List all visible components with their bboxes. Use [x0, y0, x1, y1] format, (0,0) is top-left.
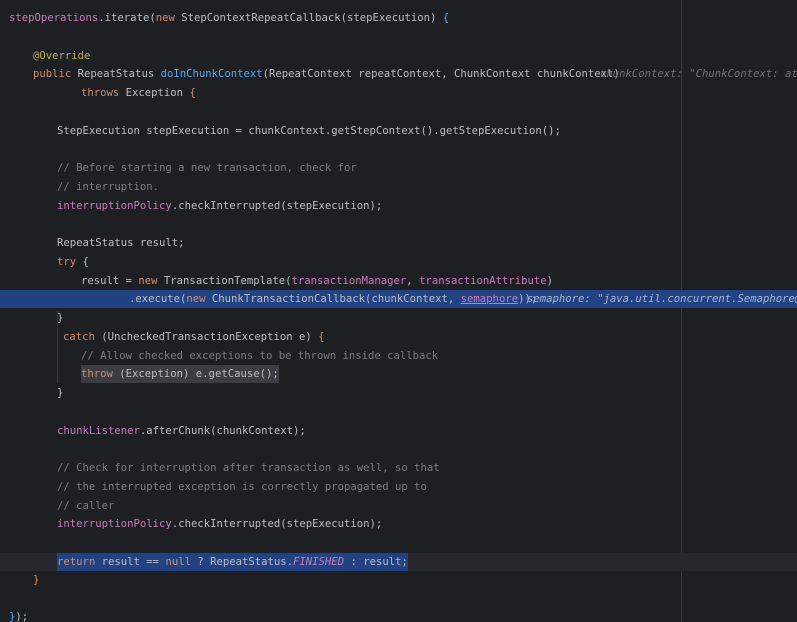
selected-text: return result == null ? RepeatStatus.FIN…	[57, 553, 408, 571]
code-line[interactable]: stepOperations.iterate(new StepContextRe…	[0, 9, 797, 27]
token: ? RepeatStatus.	[190, 556, 294, 568]
token-keyword: public	[33, 68, 72, 80]
code-line[interactable]: // interruption.	[0, 178, 797, 196]
token: TransactionTemplate(	[157, 275, 292, 287]
token: );	[15, 611, 29, 622]
token-keyword: null	[165, 556, 191, 568]
token-comment: // Allow checked exceptions to be thrown…	[81, 350, 439, 362]
code-editor[interactable]: stepOperations.iterate(new StepContextRe…	[0, 0, 797, 622]
code-line[interactable]: interruptionPolicy.checkInterrupted(step…	[0, 197, 797, 215]
code-line[interactable]: // caller	[0, 497, 797, 515]
token: (UncheckedTransactionException e)	[94, 331, 319, 343]
code-line[interactable]: throws Exception {	[0, 84, 797, 102]
code-line[interactable]: // the interrupted exception is correctl…	[0, 478, 797, 496]
token-comment: // interruption.	[57, 181, 160, 193]
token: StepContextRepeatCallback(stepExecution)	[174, 12, 443, 24]
token: Exception	[119, 87, 190, 99]
token-keyword: new	[155, 12, 175, 24]
token-keyword: catch	[63, 331, 95, 343]
token: )	[546, 275, 554, 287]
token-brace: }	[57, 312, 64, 324]
token-field: transactionManager	[291, 275, 407, 287]
token-field: interruptionPolicy	[57, 200, 172, 212]
current-line[interactable]: return result == null ? RepeatStatus.FIN…	[0, 553, 797, 571]
code-line[interactable]: }	[0, 571, 797, 589]
token-field: interruptionPolicy	[57, 518, 172, 530]
execution-point-line[interactable]: .execute(new ChunkTransactionCallback(ch…	[0, 290, 797, 308]
token-brace: {	[318, 331, 325, 343]
token: result =	[81, 275, 139, 287]
code-line[interactable]: @Override	[0, 47, 797, 65]
token: .iterate(	[98, 12, 156, 24]
token: RepeatStatus result;	[57, 237, 185, 249]
token-comment: // the interrupted exception is correctl…	[57, 481, 427, 493]
code-line[interactable]: result = new TransactionTemplate(transac…	[0, 272, 797, 290]
token: .execute(	[129, 293, 187, 305]
token-annotation: @Override	[33, 50, 91, 62]
code-line[interactable]: chunkListener.afterChunk(chunkContext);	[0, 422, 797, 440]
token-keyword: throw	[81, 368, 113, 380]
token: ChunkTransactionCallback(chunkContext,	[205, 293, 461, 305]
token-brace: }	[33, 574, 40, 586]
token: StepExecution stepExecution = chunkConte…	[57, 125, 561, 137]
code-line[interactable]: public RepeatStatus doInChunkContext(Rep…	[0, 65, 797, 83]
code-line[interactable]: try {	[0, 253, 797, 271]
token-keyword: return	[57, 556, 96, 568]
token: result ==	[95, 556, 166, 568]
code-line[interactable]: RepeatStatus result;	[0, 234, 797, 252]
code-line[interactable]: }	[0, 309, 797, 327]
token: (Exception) e.getCause();	[112, 368, 279, 380]
token: .afterChunk(chunkContext);	[139, 425, 306, 437]
token-keyword: new	[186, 293, 206, 305]
code-line[interactable]: });	[0, 608, 797, 622]
code-line[interactable]: catch (UncheckedTransactionException e) …	[0, 328, 797, 346]
token-field: transactionAttribute	[419, 275, 547, 287]
code-line[interactable]: }	[0, 384, 797, 402]
token-static-field: FINISHED	[293, 556, 345, 568]
token: .checkInterrupted(stepExecution);	[171, 200, 383, 212]
token-brace: }	[57, 387, 64, 399]
token: : result;	[344, 556, 408, 568]
token-comment: // Check for interruption after transact…	[57, 462, 440, 474]
token: ,	[406, 275, 420, 287]
token-comment: // caller	[57, 500, 115, 512]
token-keyword: throws	[81, 87, 120, 99]
code-line[interactable]: // Check for interruption after transact…	[0, 459, 797, 477]
token-keyword: try	[57, 256, 77, 268]
inline-debug-hint: chunkContext: "ChunkContext: att	[600, 68, 797, 80]
code-line[interactable]: // Before starting a new transaction, ch…	[0, 159, 797, 177]
token: .checkInterrupted(stepExecution);	[171, 518, 383, 530]
code-line[interactable]: // Allow checked exceptions to be thrown…	[0, 347, 797, 365]
token: {	[76, 256, 89, 268]
inline-debug-hint: semaphore: "java.util.concurrent.Semapho…	[527, 293, 797, 305]
token-brace: {	[442, 12, 450, 24]
token-keyword: new	[138, 275, 158, 287]
token-brace: {	[189, 87, 196, 99]
token-method: doInChunkContext	[160, 68, 263, 80]
token-field: semaphore	[460, 293, 519, 305]
token-comment: // Before starting a new transaction, ch…	[57, 162, 357, 174]
token-field: stepOperations	[9, 12, 99, 24]
code-line[interactable]: StepExecution stepExecution = chunkConte…	[0, 122, 797, 140]
token-field: chunkListener	[57, 425, 140, 437]
token: (RepeatContext repeatContext, ChunkConte…	[262, 68, 620, 80]
code-line[interactable]: interruptionPolicy.checkInterrupted(step…	[0, 515, 797, 533]
code-line[interactable]: throw (Exception) e.getCause();	[0, 365, 797, 383]
token: RepeatStatus	[71, 68, 161, 80]
